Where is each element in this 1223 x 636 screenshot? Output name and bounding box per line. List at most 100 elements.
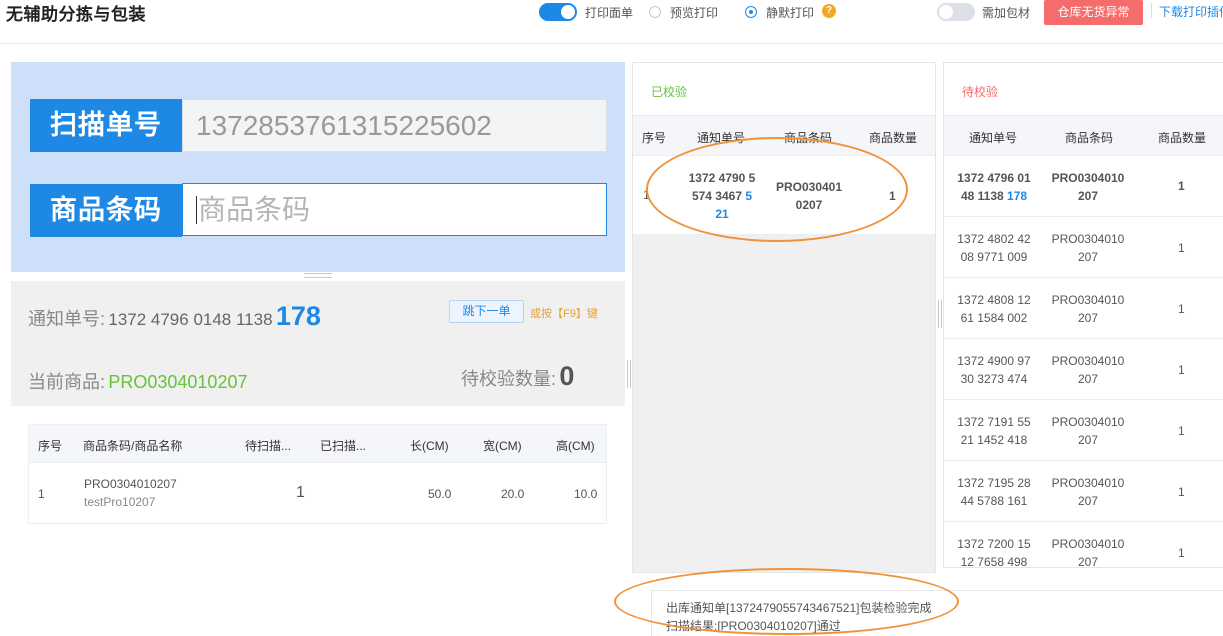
checked-row-notice-line2-tail: 5 — [745, 189, 753, 203]
pending-row-notice-line2: 48 1138 178 — [950, 187, 1038, 205]
pending-row-barcode-line1: PRO0304010 — [1051, 171, 1125, 185]
goods-table-header: 序号 商品条码/商品名称 待扫描... 已扫描... 长(CM) 宽(CM) 高… — [29, 425, 606, 463]
goods-table: 序号 商品条码/商品名称 待扫描... 已扫描... 长(CM) 宽(CM) 高… — [28, 424, 607, 524]
pending-row-qty: 1 — [1178, 179, 1185, 193]
pending-row-notice-line2: 61 1584 002 — [950, 309, 1038, 327]
pending-row-barcode-line2: 207 — [1077, 250, 1099, 264]
pending-row-notice: 1372 4802 42 08 9771 009 — [950, 230, 1038, 266]
pending-row-barcode-line2: 207 — [1077, 555, 1099, 568]
preview-print-label: 预览打印 — [670, 6, 719, 20]
table-row[interactable]: 1372 4802 42 08 9771 009 PRO0304010 207 1 — [944, 217, 1223, 278]
table-row[interactable]: 1372 4808 12 61 1584 002 PRO0304010 207 1 — [944, 278, 1223, 339]
pending-col-barcode: 商品条码 — [1065, 131, 1114, 145]
warehouse-out-of-stock-button[interactable]: 仓库无货异常 — [1044, 0, 1143, 25]
checked-col-qty: 商品数量 — [869, 131, 918, 145]
checked-row-notice-line2-text: 574 3467 — [691, 189, 743, 203]
header-divider — [0, 43, 1223, 44]
pending-row-qty: 1 — [1178, 546, 1185, 560]
pending-panel-title: 待校验 — [962, 85, 999, 99]
pending-count-value: 0 — [559, 361, 575, 391]
notice-number-label: 通知单号: — [28, 309, 106, 329]
goods-col-barcode-name: 商品条码/商品名称 — [83, 439, 183, 453]
pending-row-barcode: PRO0304010 207 — [1048, 291, 1128, 327]
checked-panel-title: 已校验 — [651, 85, 688, 99]
checked-row-notice: 1372 4790 5 574 3467 5 21 — [685, 169, 759, 223]
pending-row-notice-line2: 08 9771 009 — [950, 248, 1038, 266]
skip-next-order-button[interactable]: 跳下一单 — [449, 300, 524, 323]
table-row[interactable]: 1372 4900 97 30 3273 474 PRO0304010 207 1 — [944, 339, 1223, 400]
pending-row-notice-line2-text: 30 3273 474 — [960, 372, 1028, 386]
text-caret — [196, 195, 197, 224]
pending-row-notice: 1372 4808 12 61 1584 002 — [950, 291, 1038, 327]
scan-order-input[interactable]: 1372853761315225602 — [182, 99, 607, 152]
goods-row-height: 10.0 — [574, 487, 598, 501]
checked-row-notice-line2: 574 3467 5 — [685, 187, 759, 205]
table-row[interactable]: 1372 4796 01 48 1138 178 PRO0304010 207 1 — [944, 156, 1223, 217]
goods-col-length: 长(CM) — [410, 439, 449, 453]
pending-row-notice-line1: 1372 4808 12 — [957, 293, 1031, 307]
goods-row-to-scan: 1 — [296, 484, 305, 501]
pending-row-notice-line2: 12 7658 498 — [950, 553, 1038, 568]
checked-col-notice: 通知单号 — [697, 131, 746, 145]
horizontal-splitter-handle[interactable] — [304, 273, 332, 278]
pending-row-notice-line1: 1372 4900 97 — [957, 354, 1031, 368]
barcode-label: 商品条码 — [30, 184, 182, 237]
pending-row-notice-line2-text: 08 9771 009 — [960, 250, 1028, 264]
log-line-1: 出库通知单[1372479055743467521]包装检验完成 — [666, 601, 932, 615]
pending-row-barcode-line1: PRO0304010 — [1051, 354, 1125, 368]
checked-row-barcode-line1: PRO030401 — [775, 180, 843, 194]
pending-row-notice-line1: 1372 4802 42 — [957, 232, 1031, 246]
vertical-splitter-handle-2[interactable] — [938, 300, 942, 328]
pending-row-notice-line2-text: 61 1584 002 — [960, 311, 1028, 325]
goods-row-name: testPro10207 — [84, 495, 156, 509]
current-goods-label: 当前商品: — [28, 372, 106, 392]
download-plugin-link[interactable]: 下载打印插件 — [1159, 3, 1223, 20]
barcode-input[interactable]: 商品条码 — [182, 183, 607, 236]
checked-row-qty: 1 — [889, 189, 896, 203]
pending-row-qty: 1 — [1178, 241, 1185, 255]
current-goods-row: 当前商品: PRO0304010207 — [28, 368, 247, 394]
table-row[interactable]: 1372 7195 28 44 5788 161 PRO0304010 207 1 — [944, 461, 1223, 522]
pending-row-barcode-line1: PRO0304010 — [1051, 293, 1125, 307]
goods-row-length: 50.0 — [428, 487, 452, 501]
f9-shortcut-hint: 或按【F9】键 — [530, 308, 598, 320]
divider — [1151, 3, 1152, 18]
pending-row-barcode: PRO0304010 207 — [1048, 535, 1128, 568]
pending-row-barcode: PRO0304010 207 — [1048, 413, 1128, 449]
pending-count-label: 待校验数量: — [461, 369, 557, 389]
goods-col-index: 序号 — [38, 439, 63, 453]
scan-panel: 扫描单号 1372853761315225602 商品条码 商品条码 — [11, 62, 625, 272]
goods-col-width: 宽(CM) — [483, 439, 522, 453]
pending-row-barcode: PRO0304010 207 — [1048, 474, 1128, 510]
table-row[interactable]: 1372 7200 15 12 7658 498 PRO0304010 207 1 — [944, 522, 1223, 568]
pending-row-notice: 1372 4900 97 30 3273 474 — [950, 352, 1038, 388]
print-sheet-toggle[interactable] — [539, 3, 577, 21]
goods-row-barcode: PRO0304010207 — [84, 477, 177, 491]
checked-row-barcode: PRO030401 0207 — [772, 178, 846, 214]
pending-row-notice-line1: 1372 7191 55 — [957, 415, 1031, 429]
help-icon[interactable]: ? — [822, 4, 836, 18]
table-row[interactable]: 1 1372 4790 5 574 3467 5 21 PRO030401 02… — [633, 156, 935, 235]
pending-row-notice-line1: 1372 4796 01 — [957, 171, 1031, 185]
pending-row-barcode-line1: PRO0304010 — [1051, 476, 1125, 490]
pending-row-barcode-line2: 207 — [1077, 189, 1099, 203]
goods-row-index: 1 — [38, 487, 45, 501]
log-line-2: 扫描结果:[PRO0304010207]通过 — [666, 619, 841, 633]
pending-row-notice-line2: 30 3273 474 — [950, 370, 1038, 388]
pending-row-barcode: PRO0304010 207 — [1048, 352, 1128, 388]
table-row[interactable]: 1372 7191 55 21 1452 418 PRO0304010 207 1 — [944, 400, 1223, 461]
pending-row-barcode-line2: 207 — [1077, 433, 1099, 447]
pending-panel: 待校验 通知单号 商品条码 商品数量 1372 4796 01 48 1138 1… — [943, 62, 1223, 568]
pending-row-notice-line2: 44 5788 161 — [950, 492, 1038, 510]
preview-print-radio[interactable] — [649, 6, 661, 18]
pending-row-notice-tail: 178 — [1007, 189, 1028, 203]
checked-col-barcode: 商品条码 — [784, 131, 833, 145]
current-goods-value: PRO0304010207 — [108, 372, 248, 392]
goods-row-width: 20.0 — [501, 487, 525, 501]
pending-row-barcode-line2: 207 — [1077, 372, 1099, 386]
silent-print-radio[interactable] — [745, 6, 757, 18]
vertical-splitter-handle[interactable] — [627, 360, 631, 388]
pending-row-barcode-line1: PRO0304010 — [1051, 232, 1125, 246]
pending-row-notice-line2-text: 12 7658 498 — [960, 555, 1028, 568]
need-material-toggle[interactable] — [937, 3, 975, 21]
